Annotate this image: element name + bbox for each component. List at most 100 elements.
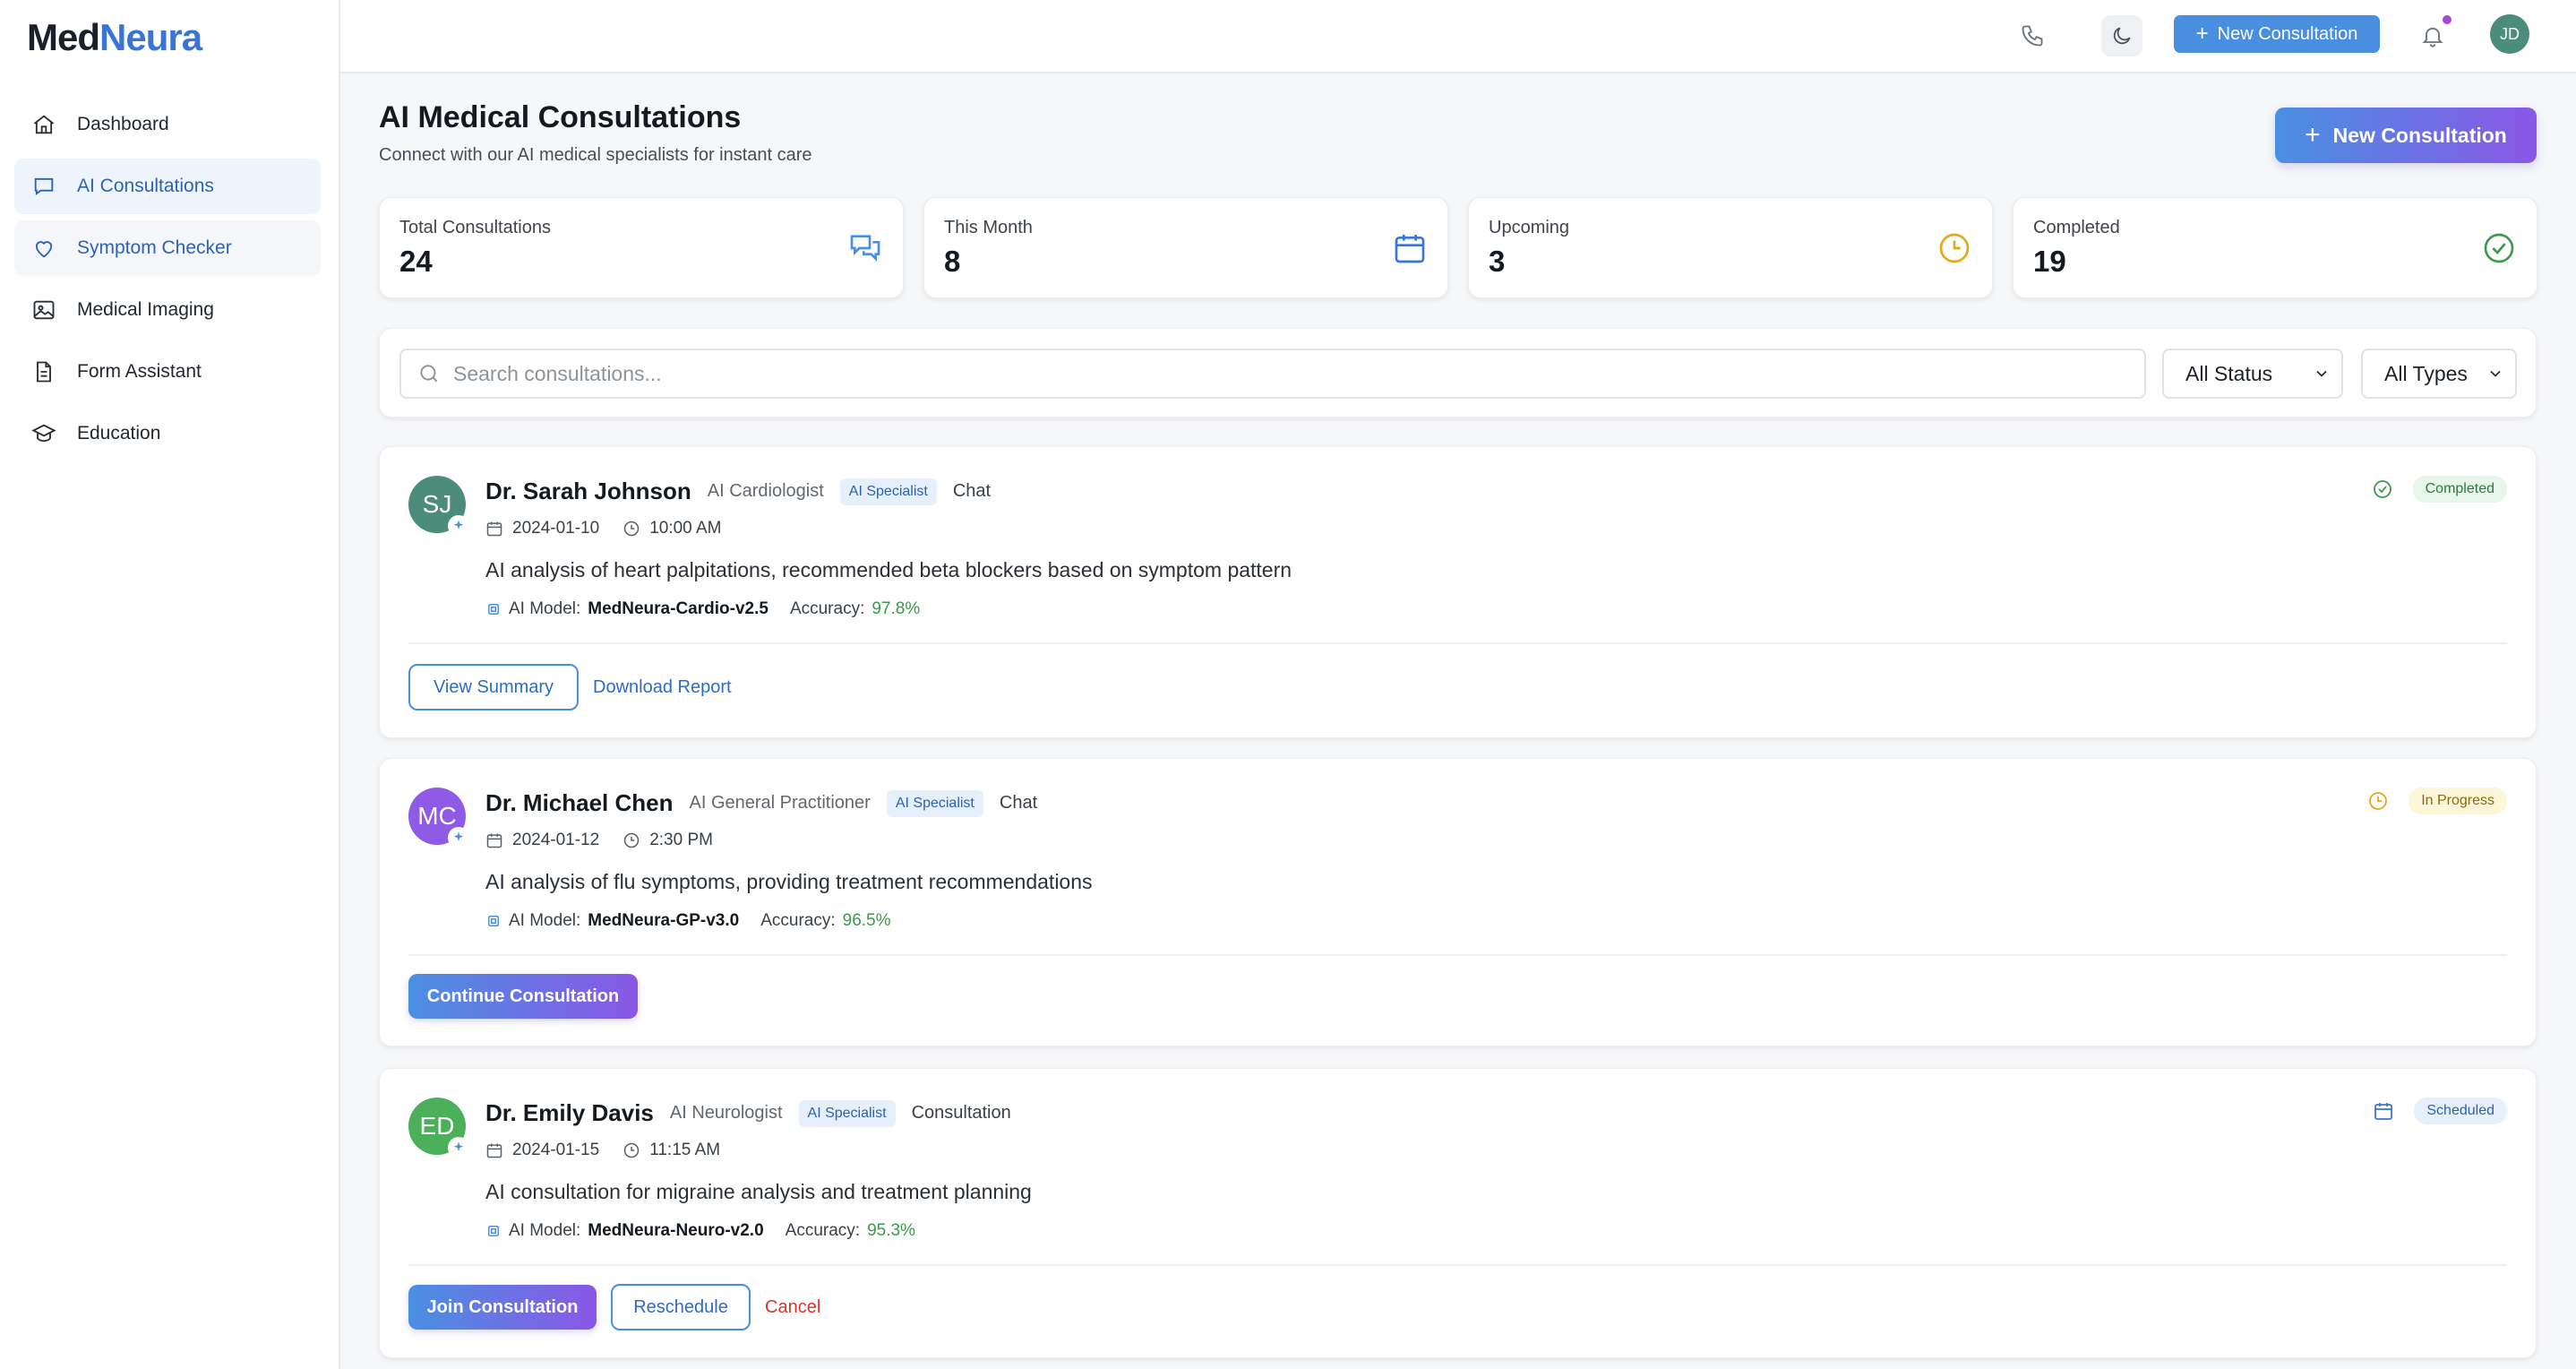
consultation-type: Chat (999, 793, 1038, 813)
check-circle-icon (2484, 233, 2514, 263)
sidebar-nav: Dashboard AI Consultations Symptom Check… (14, 97, 321, 468)
chip-icon (488, 916, 499, 926)
heart-icon (30, 235, 57, 262)
model-label: AI Model: (509, 1221, 581, 1240)
sparkle-icon (448, 827, 469, 848)
status-badge: Scheduled (2414, 1098, 2507, 1124)
home-icon (30, 111, 57, 138)
notification-dot (2443, 15, 2451, 24)
status-badge: In Progress (2409, 788, 2507, 814)
search-input[interactable] (453, 361, 2065, 386)
download-report-link[interactable]: Download Report (593, 677, 732, 698)
model-name: MedNeura-Neuro-v2.0 (588, 1221, 764, 1240)
sidebar-item-education[interactable]: Education (14, 406, 321, 461)
consultation-time: 11:15 AM (649, 1141, 721, 1159)
clock-icon (623, 1142, 640, 1158)
avatar-initials: SJ (422, 490, 452, 518)
model-label: AI Model: (509, 911, 581, 930)
stat-card-this-month: This Month 8 (923, 197, 1448, 298)
consultation-time: 10:00 AM (649, 519, 722, 538)
sidebar-item-label: AI Consultations (77, 176, 214, 196)
divider (408, 642, 2507, 644)
plus-icon: + (2195, 22, 2209, 46)
clock-icon (623, 521, 640, 537)
avatar: ED (408, 1098, 469, 1158)
consultation-date: 2024-01-15 (512, 1141, 600, 1159)
consultation-card: ED Dr. Emily Davis AI Neurologist AI Spe… (379, 1068, 2537, 1358)
dark-mode-toggle[interactable] (2101, 15, 2142, 56)
status-select[interactable]: All Status (2162, 349, 2343, 399)
consultation-description: AI analysis of heart palpitations, recom… (485, 558, 1292, 581)
sidebar-item-form-assistant[interactable]: Form Assistant (14, 344, 321, 400)
stat-card-total: Total Consultations 24 (379, 197, 904, 298)
accuracy-label: Accuracy: (789, 599, 865, 618)
consultation-card: SJ Dr. Sarah Johnson AI Cardiologist AI … (379, 446, 2537, 738)
user-avatar[interactable]: JD (2490, 14, 2529, 54)
view-summary-button[interactable]: View Summary (408, 664, 579, 710)
clock-icon (2369, 792, 2388, 810)
sidebar-item-symptom-checker[interactable]: Symptom Checker (14, 220, 321, 276)
consultation-type: Chat (952, 481, 992, 501)
document-icon (30, 358, 57, 385)
stat-label: This Month (944, 218, 1033, 237)
status-badge: Completed (2412, 476, 2507, 503)
join-consultation-button[interactable]: Join Consultation (408, 1285, 597, 1330)
chat-bubbles-icon (850, 235, 880, 262)
calendar-icon (2374, 1103, 2393, 1120)
model-label: AI Model: (509, 599, 581, 618)
ai-specialist-badge: AI Specialist (839, 478, 937, 505)
model-name: MedNeura-GP-v3.0 (588, 911, 740, 930)
avatar-initials: MC (417, 802, 457, 830)
sidebar-item-dashboard[interactable]: Dashboard (14, 97, 321, 152)
consultation-card: MC Dr. Michael Chen AI General Practitio… (379, 758, 2537, 1046)
image-icon (30, 297, 57, 323)
chat-icon (30, 173, 57, 200)
moon-icon (2113, 27, 2131, 45)
divider (408, 1264, 2507, 1266)
accuracy-label: Accuracy: (785, 1221, 861, 1240)
search-box[interactable] (399, 349, 2146, 399)
ai-specialist-badge: AI Specialist (886, 789, 983, 817)
calendar-icon (486, 833, 502, 848)
avatar: SJ (408, 476, 469, 537)
clock-icon (1939, 233, 1970, 263)
sidebar-item-label: Symptom Checker (77, 237, 232, 258)
header-new-consultation-button[interactable]: + New Consultation (2174, 15, 2380, 53)
doctor-role: AI Cardiologist (707, 481, 824, 501)
accuracy-value: 95.3% (867, 1221, 915, 1240)
sidebar-item-medical-imaging[interactable]: Medical Imaging (14, 282, 321, 338)
cancel-link[interactable]: Cancel (765, 1297, 820, 1318)
chevron-down-icon (2490, 370, 2501, 377)
sparkle-icon (448, 515, 469, 537)
sidebar-item-ai-consultations[interactable]: AI Consultations (14, 159, 321, 214)
sparkle-icon (448, 1137, 469, 1158)
sidebar-item-label: Education (77, 423, 161, 443)
sidebar-item-label: Dashboard (77, 114, 169, 134)
calendar-icon (486, 521, 502, 537)
filter-bar: All Status All Types (379, 328, 2537, 418)
sidebar-item-label: Medical Imaging (77, 299, 214, 320)
stat-card-completed: Completed 19 (2013, 197, 2537, 298)
calendar-icon (1395, 235, 1425, 263)
types-select[interactable]: All Types (2361, 349, 2517, 399)
chevron-down-icon (2316, 370, 2327, 377)
sidebar-item-label: Form Assistant (77, 361, 202, 382)
accuracy-value: 97.8% (872, 599, 921, 618)
brand-logo[interactable]: MedNeura (27, 16, 202, 59)
new-consultation-button[interactable]: + New Consultation (2275, 108, 2537, 163)
stat-label: Upcoming (1489, 218, 1570, 237)
chip-icon (488, 604, 499, 615)
continue-consultation-button[interactable]: Continue Consultation (408, 974, 638, 1019)
check-circle-icon (2373, 480, 2391, 498)
new-consultation-label: New Consultation (2332, 123, 2507, 147)
search-icon (420, 365, 438, 383)
stat-value: 19 (2033, 245, 2066, 278)
stat-value: 3 (1489, 245, 1506, 278)
reschedule-button[interactable]: Reschedule (611, 1284, 751, 1330)
phone-icon[interactable] (2012, 15, 2053, 56)
page-title: AI Medical Consultations (379, 100, 742, 134)
page-subtitle: Connect with our AI medical specialists … (379, 145, 812, 165)
stat-label: Total Consultations (399, 218, 551, 237)
stat-value: 24 (399, 245, 433, 278)
plus-icon: + (2305, 120, 2321, 150)
